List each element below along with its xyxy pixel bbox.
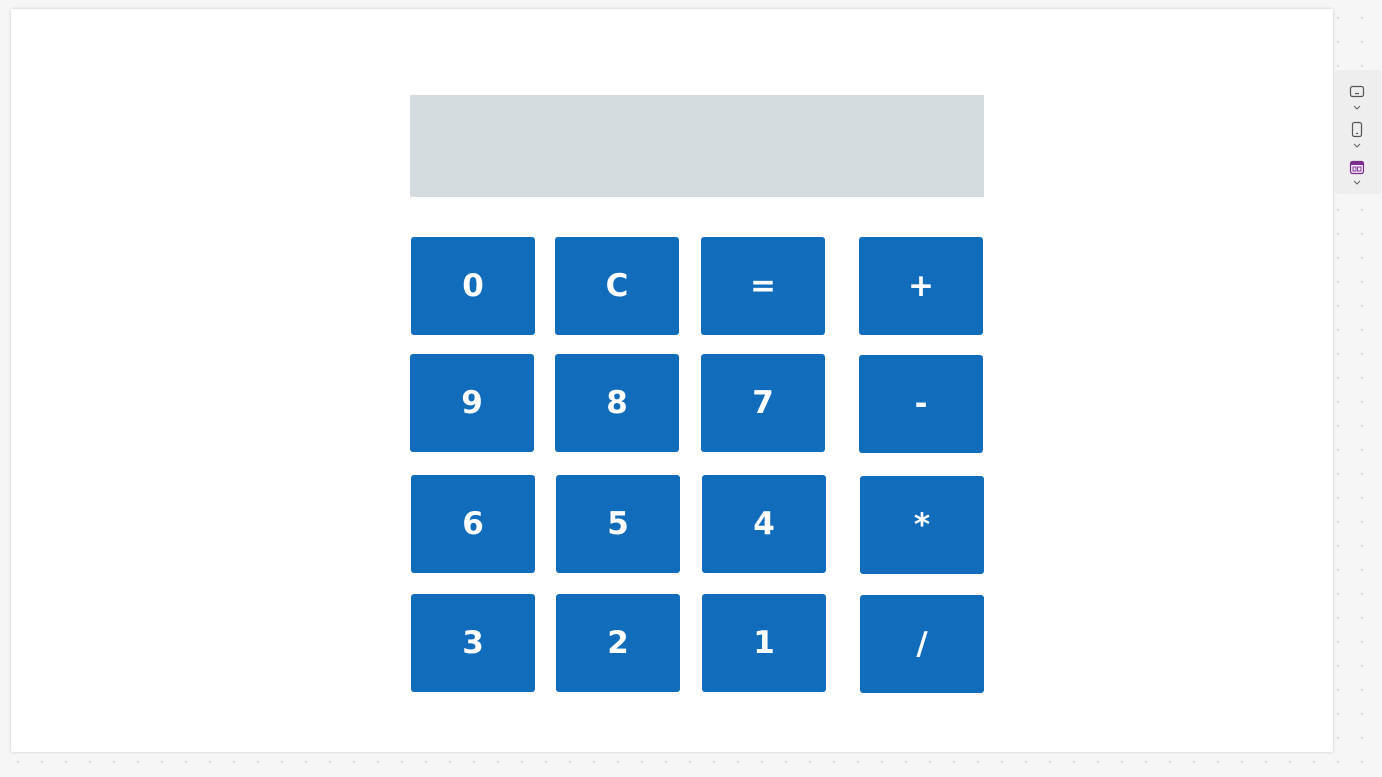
- key-6-button[interactable]: 6: [411, 475, 535, 573]
- calendar-view-icon: [1349, 160, 1365, 185]
- equals-button[interactable]: =: [701, 237, 825, 335]
- key-8-button[interactable]: 8: [555, 354, 679, 452]
- desktop-view-icon: [1349, 85, 1365, 110]
- divide-button[interactable]: /: [860, 595, 984, 693]
- calculator-display: [410, 95, 984, 197]
- key-4-button[interactable]: 4: [702, 475, 826, 573]
- key-5-button[interactable]: 5: [556, 475, 680, 573]
- clear-button[interactable]: C: [555, 237, 679, 335]
- key-3-button[interactable]: 3: [411, 594, 535, 692]
- desktop-view-dropdown[interactable]: [1347, 84, 1367, 118]
- multiply-button[interactable]: *: [860, 476, 984, 574]
- key-9-button[interactable]: 9: [410, 354, 534, 452]
- design-canvas: 0 C = + 9 8 7 - 6 5 4 * 3 2 1 /: [11, 9, 1333, 752]
- view-toolbar: [1335, 70, 1381, 194]
- mobile-view-icon: [1351, 121, 1363, 148]
- calendar-view-dropdown[interactable]: [1347, 159, 1367, 193]
- minus-button[interactable]: -: [859, 355, 983, 453]
- key-7-button[interactable]: 7: [701, 354, 825, 452]
- key-2-button[interactable]: 2: [556, 594, 680, 692]
- mobile-view-dropdown[interactable]: [1347, 121, 1367, 155]
- key-0-button[interactable]: 0: [411, 237, 535, 335]
- key-1-button[interactable]: 1: [702, 594, 826, 692]
- plus-button[interactable]: +: [859, 237, 983, 335]
